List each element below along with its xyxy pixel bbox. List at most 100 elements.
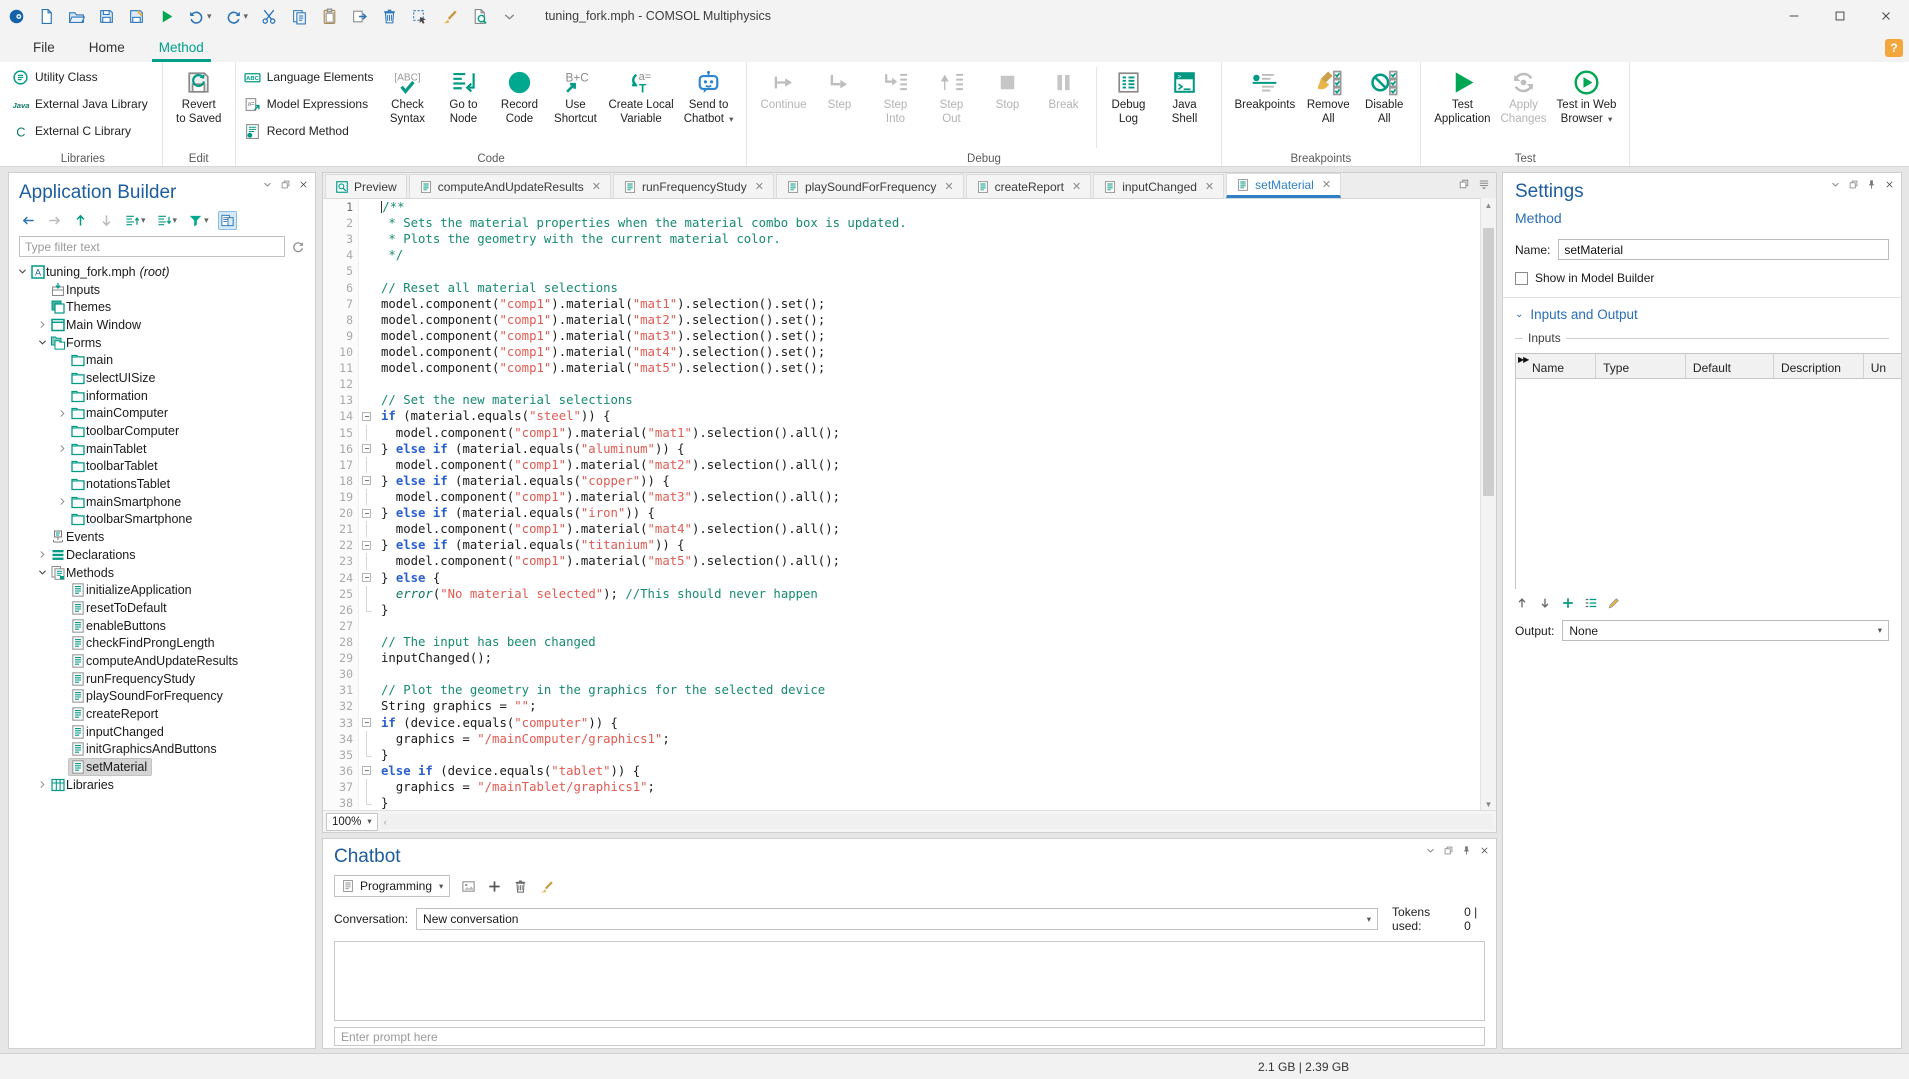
- code-line[interactable]: 29inputChanged();: [323, 650, 1496, 666]
- close-tab-icon[interactable]: ✕: [592, 180, 601, 193]
- float-icon[interactable]: [1443, 845, 1454, 856]
- fold-toggle-icon[interactable]: [359, 505, 374, 521]
- prompt-input[interactable]: [334, 1027, 1485, 1046]
- column-header-description[interactable]: Description: [1774, 354, 1864, 378]
- language-elements-button[interactable]: ABCLanguage Elements: [244, 65, 374, 89]
- collapse-tree-button[interactable]: ▾: [155, 211, 180, 230]
- column-header-un[interactable]: Un: [1864, 354, 1902, 378]
- fold-toggle-icon[interactable]: [359, 537, 374, 553]
- run-icon-button[interactable]: [158, 8, 175, 25]
- trash-icon[interactable]: [513, 879, 528, 894]
- redo-icon-button[interactable]: ▾: [225, 8, 249, 25]
- line-number[interactable]: 11: [323, 360, 359, 376]
- save-as-icon-button[interactable]: [128, 8, 145, 25]
- line-number[interactable]: 5: [323, 263, 359, 279]
- float-icon[interactable]: [280, 179, 291, 190]
- scroll-up-icon[interactable]: ▲: [1481, 198, 1496, 212]
- code-line[interactable]: 32String graphics = "";: [323, 698, 1496, 714]
- line-number[interactable]: 19: [323, 489, 359, 505]
- tree-item-initializeapplication[interactable]: initializeApplication: [9, 581, 315, 599]
- tree-item-information[interactable]: information: [9, 387, 315, 405]
- line-number[interactable]: 14: [323, 408, 359, 424]
- breakpoints-button[interactable]: Breakpoints: [1230, 65, 1301, 115]
- table-list-icon[interactable]: [1584, 596, 1598, 610]
- fold-toggle-icon[interactable]: [359, 570, 374, 586]
- line-number[interactable]: 30: [323, 666, 359, 682]
- line-number[interactable]: 28: [323, 634, 359, 650]
- tree-item-toolbarsmartphone[interactable]: toolbarSmartphone: [9, 511, 315, 529]
- fold-toggle-icon[interactable]: [359, 715, 374, 731]
- select-region-icon-button[interactable]: [411, 8, 428, 25]
- code-line[interactable]: 11model.component("comp1").material("mat…: [323, 360, 1496, 376]
- tree-item-methods[interactable]: Methods: [9, 564, 315, 582]
- line-number[interactable]: 33: [323, 715, 359, 731]
- line-number[interactable]: 10: [323, 344, 359, 360]
- line-number[interactable]: 1: [323, 199, 359, 215]
- close-tab-icon[interactable]: ✕: [1072, 180, 1081, 193]
- code-line[interactable]: 5: [323, 263, 1496, 279]
- ribbon-tab-method[interactable]: Method: [142, 35, 221, 62]
- line-number[interactable]: 24: [323, 570, 359, 586]
- code-line[interactable]: 20} else if (material.equals("iron")) {: [323, 505, 1496, 521]
- chevron-collapsed-icon[interactable]: [55, 495, 69, 509]
- line-number[interactable]: 2: [323, 215, 359, 231]
- debug-log-button[interactable]: DebugLog: [1101, 65, 1157, 128]
- brush-icon[interactable]: [539, 879, 554, 894]
- code-line[interactable]: 35}: [323, 747, 1496, 763]
- test-application-button[interactable]: TestApplication: [1429, 65, 1495, 128]
- tree-item-enablebuttons[interactable]: enableButtons: [9, 617, 315, 635]
- move-up-button[interactable]: [71, 211, 90, 230]
- check-syntax-button[interactable]: [ABC]CheckSyntax: [379, 65, 435, 128]
- tree-item-themes[interactable]: Themes: [9, 298, 315, 316]
- output-dropdown[interactable]: None ▾: [1562, 620, 1889, 641]
- help-icon[interactable]: ?: [1885, 39, 1903, 57]
- chevron-collapsed-icon[interactable]: [35, 778, 49, 792]
- code-line[interactable]: 25 error("No material selected"); //This…: [323, 586, 1496, 602]
- image-icon[interactable]: [461, 879, 476, 894]
- line-number[interactable]: 18: [323, 473, 359, 489]
- format-brush-icon-button[interactable]: [441, 8, 458, 25]
- external-c-library-button[interactable]: CExternal C Library: [12, 119, 148, 143]
- new-file-icon-button[interactable]: [38, 8, 55, 25]
- code-line[interactable]: 31// Plot the geometry in the graphics f…: [323, 682, 1496, 698]
- chevron-collapsed-icon[interactable]: [35, 548, 49, 562]
- code-line[interactable]: 19 model.component("comp1").material("ma…: [323, 489, 1496, 505]
- line-number[interactable]: 13: [323, 392, 359, 408]
- preview-file-icon-button[interactable]: [471, 8, 488, 25]
- tree-item-runfrequencystudy[interactable]: runFrequencyStudy: [9, 670, 315, 688]
- float-icon[interactable]: [1458, 178, 1470, 190]
- tree-item-events[interactable]: Events: [9, 528, 315, 546]
- line-number[interactable]: 25: [323, 586, 359, 602]
- code-line[interactable]: 30: [323, 666, 1496, 682]
- tree-item-computeandupdateresults[interactable]: computeAndUpdateResults: [9, 652, 315, 670]
- ribbon-tab-file[interactable]: File: [16, 35, 72, 62]
- code-line[interactable]: 17 model.component("comp1").material("ma…: [323, 457, 1496, 473]
- close-icon[interactable]: [298, 179, 309, 190]
- line-number[interactable]: 17: [323, 457, 359, 473]
- code-line[interactable]: 15 model.component("comp1").material("ma…: [323, 425, 1496, 441]
- editor-horizontal-scrollbar[interactable]: ‹: [381, 814, 1493, 829]
- delete-icon-button[interactable]: [381, 8, 398, 25]
- toolbar-options-icon-button[interactable]: [501, 8, 518, 25]
- tree-item-inputs[interactable]: Inputs: [9, 281, 315, 299]
- line-number[interactable]: 7: [323, 296, 359, 312]
- record-method-button[interactable]: Record Method: [244, 119, 374, 143]
- code-line[interactable]: 13// Set the new material selections: [323, 392, 1496, 408]
- close-button[interactable]: [1863, 0, 1909, 32]
- code-line[interactable]: 8model.component("comp1").material("mat2…: [323, 312, 1496, 328]
- line-number[interactable]: 16: [323, 441, 359, 457]
- code-line[interactable]: 38}: [323, 795, 1496, 811]
- tree-item-toolbarcomputer[interactable]: toolbarComputer: [9, 422, 315, 440]
- row-down-icon[interactable]: [1538, 596, 1552, 610]
- tree-item-declarations[interactable]: Declarations: [9, 546, 315, 564]
- editor-tab-playsoundforfrequency[interactable]: playSoundForFrequency✕: [776, 174, 964, 198]
- line-number[interactable]: 3: [323, 231, 359, 247]
- tree-item-createreport[interactable]: createReport: [9, 705, 315, 723]
- editor-tab-inputchanged[interactable]: inputChanged✕: [1093, 174, 1224, 198]
- code-line[interactable]: 12: [323, 376, 1496, 392]
- line-number[interactable]: 34: [323, 731, 359, 747]
- maximize-button[interactable]: [1817, 0, 1863, 32]
- fold-toggle-icon[interactable]: [359, 473, 374, 489]
- row-up-icon[interactable]: [1515, 596, 1529, 610]
- close-icon[interactable]: [1479, 845, 1490, 856]
